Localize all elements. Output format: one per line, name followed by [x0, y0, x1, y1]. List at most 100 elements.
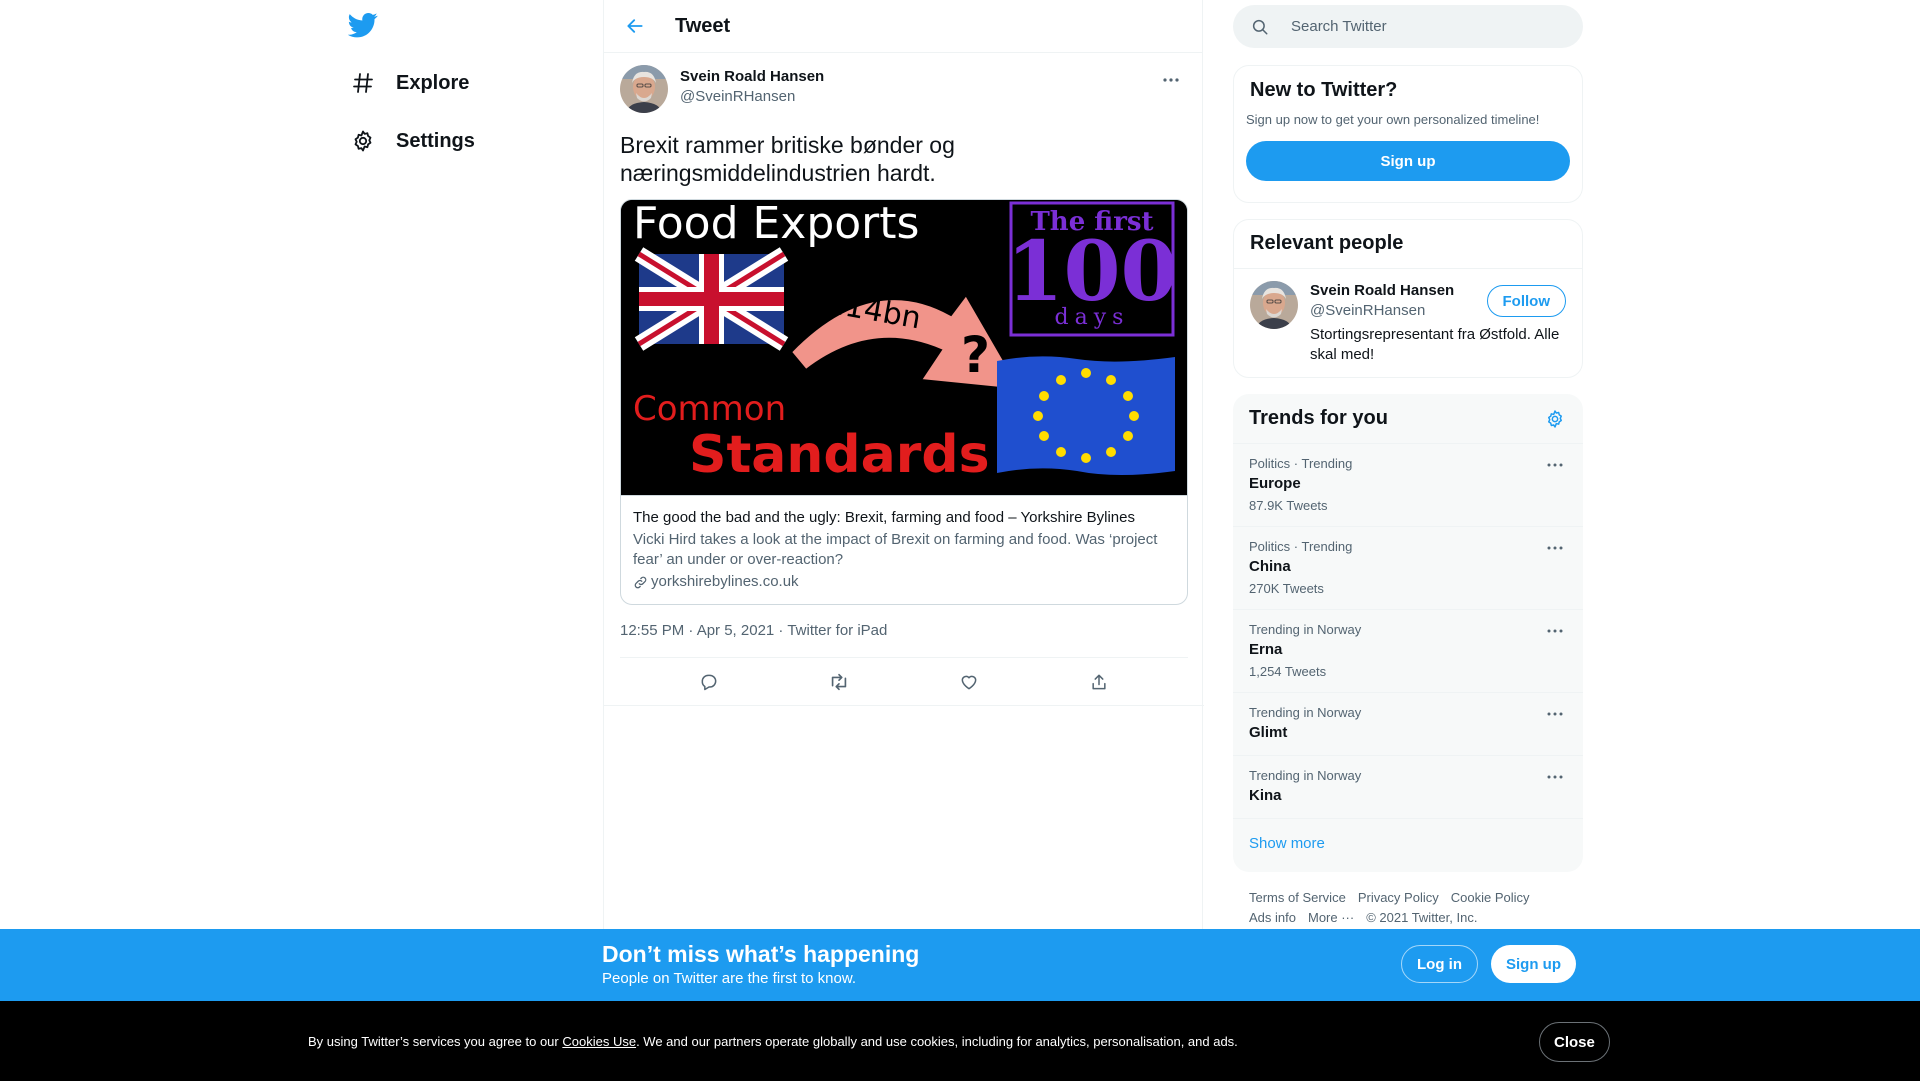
- new-to-twitter-title: New to Twitter?: [1250, 79, 1398, 101]
- trend-context: Politics · Trending: [1249, 456, 1353, 471]
- footer-link[interactable]: Terms of Service: [1249, 890, 1346, 905]
- trend-context: Trending in Norway: [1249, 622, 1362, 637]
- trend-item[interactable]: Politics · Trending China 270K Tweets: [1233, 527, 1583, 610]
- cookie-banner: By using Twitter’s services you agree to…: [0, 1001, 1920, 1081]
- footer-link[interactable]: Ads info: [1249, 910, 1296, 925]
- cookie-text: By using Twitter’s services you agree to…: [308, 1034, 1238, 1049]
- left-nav: Explore Settings: [338, 0, 603, 1081]
- copyright: © 2021 Twitter, Inc.: [1366, 910, 1478, 925]
- tweet-author-row: Svein Roald Hansen @SveinRHansen: [620, 65, 1186, 113]
- card-image: Food Exports The first 100 days £14bn ? …: [621, 200, 1187, 495]
- link-icon: [633, 575, 648, 590]
- trend-context: Trending in Norway: [1249, 705, 1362, 720]
- cookies-use-link[interactable]: Cookies Use: [562, 1034, 636, 1049]
- author-display-name[interactable]: Svein Roald Hansen: [680, 67, 824, 87]
- link-card[interactable]: Food Exports The first 100 days £14bn ? …: [620, 199, 1188, 605]
- tweet-meta: 12:55 PM · Apr 5, 2021 · Twitter for iPa…: [620, 621, 1188, 658]
- relevant-people-title: Relevant people: [1234, 220, 1582, 269]
- log-in-button[interactable]: Log in: [1401, 945, 1478, 983]
- like-icon[interactable]: [951, 664, 987, 700]
- page-title: Tweet: [675, 14, 731, 37]
- trend-context: Politics · Trending: [1249, 539, 1353, 554]
- search-bar[interactable]: [1233, 5, 1583, 48]
- author-handle[interactable]: @SveinRHansen: [680, 87, 824, 107]
- eu-flag-icon: [997, 356, 1175, 475]
- tweet-header: Tweet: [604, 0, 1202, 53]
- trend-name: Glimt: [1249, 724, 1288, 741]
- new-to-twitter-subtitle: Sign up now to get your own personalized…: [1246, 112, 1540, 127]
- relevant-person-bio: Stortingsrepresentant fra Østfold. Alle …: [1310, 326, 1560, 363]
- trend-item[interactable]: Politics · Trending Europe 87.9K Tweets: [1233, 444, 1583, 527]
- trends-panel: Trends for you Politics · Trending Europ…: [1233, 394, 1583, 872]
- footer-link[interactable]: Privacy Policy: [1358, 890, 1439, 905]
- banner-title: Don’t miss what’s happening: [602, 941, 920, 967]
- more-options-icon[interactable]: [1543, 537, 1567, 559]
- avatar[interactable]: [620, 65, 668, 113]
- trend-name: Kina: [1249, 787, 1282, 804]
- search-input[interactable]: [1291, 18, 1571, 35]
- card-question: ?: [961, 326, 990, 384]
- more-options-icon[interactable]: [1543, 454, 1567, 476]
- more-options-icon[interactable]: [1156, 67, 1186, 93]
- trend-name: Europe: [1249, 475, 1301, 492]
- page: Explore Settings Tweet Svein Roald Hanse…: [0, 0, 1920, 1081]
- close-button[interactable]: Close: [1539, 1022, 1610, 1062]
- card-badge-line2: days: [1055, 305, 1130, 330]
- trend-item[interactable]: Trending in Norway Kina: [1233, 756, 1583, 819]
- avatar[interactable]: [1250, 281, 1298, 329]
- more-options-icon[interactable]: [1543, 703, 1567, 725]
- trends-title: Trends for you: [1249, 407, 1388, 429]
- footer-link[interactable]: More ···: [1308, 910, 1354, 925]
- nav-settings[interactable]: Settings: [350, 117, 475, 165]
- sign-up-button[interactable]: Sign up: [1246, 141, 1570, 181]
- show-more-link[interactable]: Show more: [1233, 819, 1583, 868]
- nav-explore[interactable]: Explore: [350, 59, 469, 107]
- gear-icon[interactable]: [1543, 407, 1567, 431]
- banner-sign-up-button[interactable]: Sign up: [1491, 945, 1576, 983]
- card-image-title: Food Exports: [633, 200, 919, 249]
- tweet-author-names: Svein Roald Hansen @SveinRHansen: [680, 67, 824, 107]
- trend-count: 1,254 Tweets: [1249, 664, 1327, 679]
- gear-icon: [350, 128, 376, 154]
- trend-name: Erna: [1249, 641, 1283, 658]
- tweet-text: Brexit rammer britiske bønder og nærings…: [620, 132, 955, 186]
- share-icon[interactable]: [1081, 664, 1117, 700]
- more-options-icon[interactable]: [1543, 766, 1567, 788]
- reply-icon[interactable]: [691, 664, 727, 700]
- hashtag-icon: [350, 70, 376, 96]
- follow-button[interactable]: Follow: [1486, 285, 1566, 317]
- trend-name: China: [1249, 558, 1291, 575]
- card-domain: yorkshirebylines.co.uk: [651, 573, 799, 590]
- card-title: The good the bad and the ugly: Brexit, f…: [633, 509, 1135, 526]
- retweet-icon[interactable]: [821, 664, 857, 700]
- nav-explore-label: Explore: [396, 71, 470, 94]
- tweet: Svein Roald Hansen @SveinRHansen Brexit …: [604, 53, 1204, 706]
- cookie-text-before: By using Twitter’s services you agree to…: [308, 1034, 563, 1049]
- trends-header: Trends for you: [1233, 394, 1583, 444]
- tweet-actions: [604, 658, 1204, 706]
- card-body: The good the bad and the ugly: Brexit, f…: [621, 495, 1187, 604]
- banner-subtitle: People on Twitter are the first to know.: [602, 970, 857, 987]
- trend-context: Trending in Norway: [1249, 768, 1362, 783]
- footer-link[interactable]: Cookie Policy: [1451, 890, 1530, 905]
- search-icon: [1251, 17, 1271, 37]
- trend-count: 87.9K Tweets: [1249, 498, 1328, 513]
- nav-settings-label: Settings: [396, 129, 475, 152]
- cookie-text-after: . We and our partners operate globally a…: [636, 1034, 1238, 1049]
- new-to-twitter-panel: New to Twitter? Sign up now to get your …: [1233, 65, 1583, 203]
- card-line1: Common: [633, 389, 786, 429]
- relevant-person[interactable]: Svein Roald Hansen @SveinRHansen Stortin…: [1234, 269, 1582, 377]
- card-description: Vicki Hird takes a look at the impact of…: [633, 531, 1158, 568]
- signup-banner: Don’t miss what’s happening People on Tw…: [0, 929, 1920, 1001]
- main-column: Tweet Svein Roald Hansen @SveinRHansen B…: [603, 0, 1204, 1081]
- trend-count: 270K Tweets: [1249, 581, 1324, 596]
- trend-item[interactable]: Trending in Norway Erna 1,254 Tweets: [1233, 610, 1583, 693]
- uk-flag-icon: [634, 247, 789, 351]
- trend-item[interactable]: Trending in Norway Glimt: [1233, 693, 1583, 756]
- back-arrow-icon[interactable]: [618, 9, 652, 43]
- more-options-icon[interactable]: [1543, 620, 1567, 642]
- footer: Terms of Service Privacy Policy Cookie Pol…: [1249, 888, 1569, 928]
- card-line2: Standards: [689, 425, 990, 485]
- twitter-logo-icon[interactable]: [347, 10, 380, 42]
- card-domain-row: yorkshirebylines.co.uk: [633, 572, 1175, 592]
